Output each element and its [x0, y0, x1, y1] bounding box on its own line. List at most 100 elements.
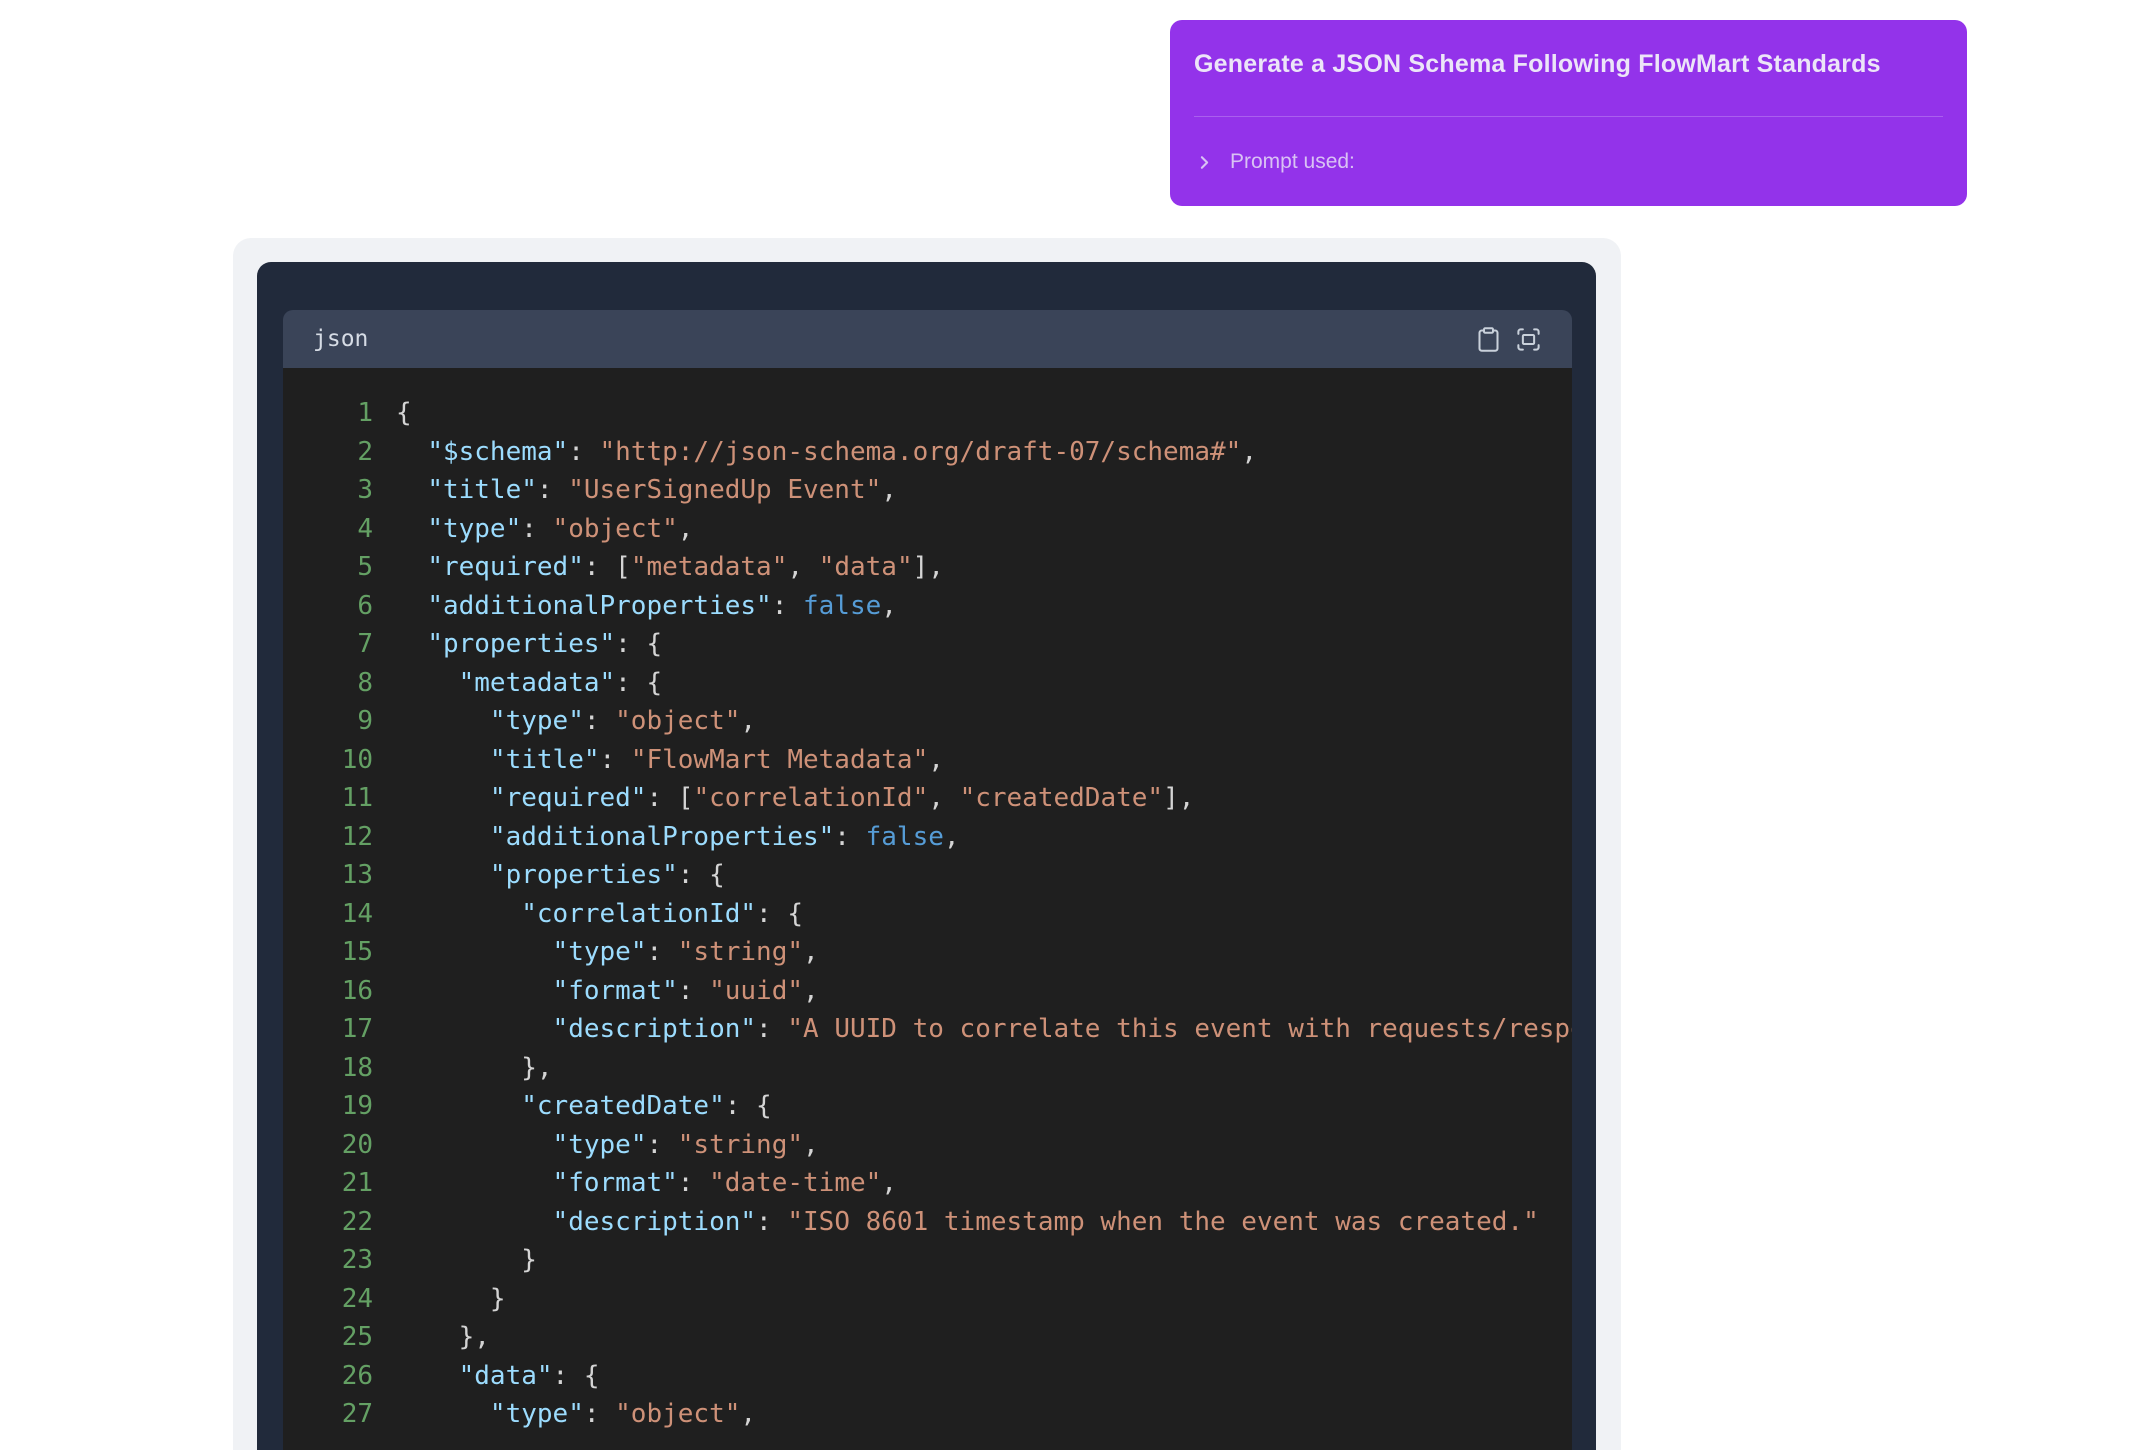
line-number: 24 [283, 1280, 373, 1319]
line-number: 11 [283, 779, 373, 818]
code-line: 11 "required": ["correlationId", "create… [283, 779, 1572, 818]
code-line-content: "type": "object", [373, 702, 756, 741]
code-block-actions [1475, 326, 1542, 353]
code-line: 24 } [283, 1280, 1572, 1319]
code-line-content: "required": ["metadata", "data"], [373, 548, 944, 587]
code-line: 1{ [283, 394, 1572, 433]
code-line: 16 "format": "uuid", [283, 972, 1572, 1011]
content-card: json 1{2 "$schema": "http://json [233, 238, 1621, 1450]
prompt-used-toggle[interactable]: Prompt used: [1194, 150, 1355, 174]
code-line: 15 "type": "string", [283, 933, 1572, 972]
line-number: 16 [283, 972, 373, 1011]
code-bubble: json 1{2 "$schema": "http://json [257, 262, 1596, 1450]
code-line-content: "description": "A UUID to correlate this… [373, 1010, 1572, 1049]
code-line-content: "format": "uuid", [373, 972, 819, 1011]
chevron-right-icon [1194, 152, 1215, 173]
code-line: 6 "additionalProperties": false, [283, 587, 1572, 626]
prompt-card-divider [1194, 116, 1943, 117]
line-number: 26 [283, 1357, 373, 1396]
code-line: 13 "properties": { [283, 856, 1572, 895]
code-line: 4 "type": "object", [283, 510, 1572, 549]
line-number: 5 [283, 548, 373, 587]
code-line-content: "additionalProperties": false, [373, 818, 960, 857]
line-number: 4 [283, 510, 373, 549]
code-line-content: "metadata": { [373, 664, 662, 703]
prompt-card-title: Generate a JSON Schema Following FlowMar… [1194, 20, 1943, 81]
line-number: 18 [283, 1049, 373, 1088]
code-line: 17 "description": "A UUID to correlate t… [283, 1010, 1572, 1049]
line-number: 27 [283, 1395, 373, 1434]
line-number: 1 [283, 394, 373, 433]
code-line: 27 "type": "object", [283, 1395, 1572, 1434]
code-scroll-area[interactable]: 1{2 "$schema": "http://json-schema.org/d… [283, 368, 1572, 1450]
code-line-content: "createdDate": { [373, 1087, 772, 1126]
code-line-content: "properties": { [373, 625, 662, 664]
line-number: 10 [283, 741, 373, 780]
line-number: 8 [283, 664, 373, 703]
prompt-card: Generate a JSON Schema Following FlowMar… [1170, 20, 1967, 206]
code-line-content: "type": "string", [373, 933, 819, 972]
code-line-content: "correlationId": { [373, 895, 803, 934]
code-line-content: }, [373, 1318, 490, 1357]
code-line: 14 "correlationId": { [283, 895, 1572, 934]
code-lines: 1{2 "$schema": "http://json-schema.org/d… [283, 394, 1572, 1434]
code-line: 26 "data": { [283, 1357, 1572, 1396]
code-block: json 1{2 "$schema": "http://json [283, 310, 1572, 1450]
code-line-content: "type": "string", [373, 1126, 819, 1165]
fullscreen-button[interactable] [1515, 326, 1542, 353]
line-number: 2 [283, 433, 373, 472]
line-number: 23 [283, 1241, 373, 1280]
code-line: 23 } [283, 1241, 1572, 1280]
code-line-content: "data": { [373, 1357, 600, 1396]
code-line-content: "format": "date-time", [373, 1164, 897, 1203]
code-line: 2 "$schema": "http://json-schema.org/dra… [283, 433, 1572, 472]
code-line: 3 "title": "UserSignedUp Event", [283, 471, 1572, 510]
code-line-content: "title": "UserSignedUp Event", [373, 471, 897, 510]
code-line: 8 "metadata": { [283, 664, 1572, 703]
code-line: 21 "format": "date-time", [283, 1164, 1572, 1203]
code-line-content: } [373, 1241, 537, 1280]
line-number: 6 [283, 587, 373, 626]
line-number: 15 [283, 933, 373, 972]
code-line: 22 "description": "ISO 8601 timestamp wh… [283, 1203, 1572, 1242]
code-line: 12 "additionalProperties": false, [283, 818, 1572, 857]
code-line-content: "description": "ISO 8601 timestamp when … [373, 1203, 1539, 1242]
line-number: 13 [283, 856, 373, 895]
line-number: 3 [283, 471, 373, 510]
line-number: 9 [283, 702, 373, 741]
fullscreen-icon [1515, 326, 1542, 353]
code-line: 25 }, [283, 1318, 1572, 1357]
line-number: 22 [283, 1203, 373, 1242]
code-line-content: "additionalProperties": false, [373, 587, 897, 626]
code-line-content: "$schema": "http://json-schema.org/draft… [373, 433, 1257, 472]
copy-icon [1475, 326, 1502, 353]
line-number: 12 [283, 818, 373, 857]
code-line-content: "properties": { [373, 856, 725, 895]
line-number: 25 [283, 1318, 373, 1357]
code-line-content: "type": "object", [373, 1395, 756, 1434]
code-line-content: "type": "object", [373, 510, 693, 549]
line-number: 20 [283, 1126, 373, 1165]
line-number: 19 [283, 1087, 373, 1126]
code-line: 9 "type": "object", [283, 702, 1572, 741]
language-label: json [313, 326, 368, 352]
code-line: 18 }, [283, 1049, 1572, 1088]
code-line: 10 "title": "FlowMart Metadata", [283, 741, 1572, 780]
line-number: 7 [283, 625, 373, 664]
code-line: 7 "properties": { [283, 625, 1572, 664]
code-line-content: "required": ["correlationId", "createdDa… [373, 779, 1194, 818]
code-line-content: "title": "FlowMart Metadata", [373, 741, 944, 780]
line-number: 17 [283, 1010, 373, 1049]
code-block-header: json [283, 310, 1572, 368]
page: { "prompt_card": { "title": "Generate a … [0, 0, 2136, 1450]
code-line-content: } [373, 1280, 506, 1319]
copy-button[interactable] [1475, 326, 1502, 353]
code-line: 5 "required": ["metadata", "data"], [283, 548, 1572, 587]
code-line-content: }, [373, 1049, 553, 1088]
line-number: 21 [283, 1164, 373, 1203]
line-number: 14 [283, 895, 373, 934]
prompt-used-label: Prompt used: [1230, 150, 1355, 174]
code-line: 19 "createdDate": { [283, 1087, 1572, 1126]
code-line: 20 "type": "string", [283, 1126, 1572, 1165]
code-line-content: { [373, 394, 412, 433]
